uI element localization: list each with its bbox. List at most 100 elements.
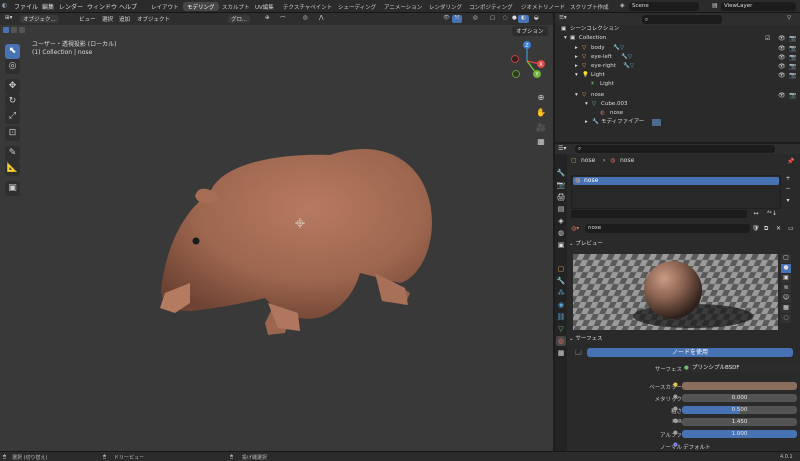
proportional-edit-icon[interactable]: ◎ bbox=[300, 15, 311, 23]
expand-icon[interactable]: ▾ bbox=[575, 91, 578, 100]
xray-icon[interactable]: ▢ bbox=[487, 15, 498, 23]
move-tool[interactable]: ✥ bbox=[5, 79, 20, 94]
scene-selector[interactable]: Scene bbox=[629, 2, 699, 11]
gizmo-toggle-icon[interactable]: ⤲ bbox=[452, 15, 463, 23]
blender-logo-icon[interactable]: ◐ bbox=[2, 2, 7, 9]
world-tab-icon[interactable]: ◍ bbox=[556, 228, 566, 238]
menu-edit[interactable]: 編集 bbox=[42, 2, 54, 11]
outliner-item-eye-left[interactable]: ▸ ▽ eye-left 🔧▽ 👁 📷 bbox=[555, 53, 800, 62]
fake-user-icon[interactable]: 🛡 bbox=[752, 225, 760, 232]
breadcrumb-material[interactable]: nose bbox=[620, 157, 634, 164]
camera-icon[interactable]: 📷 bbox=[789, 53, 796, 62]
expand-icon[interactable]: ▸ bbox=[585, 118, 588, 127]
menu-add[interactable]: 追加 bbox=[116, 15, 133, 23]
camera-icon[interactable]: 📷 bbox=[789, 34, 796, 43]
duplicate-icon[interactable]: ⧉ bbox=[764, 225, 768, 233]
tab-rendering[interactable]: レンダリング bbox=[425, 2, 466, 11]
tool-tab-icon[interactable]: 🔧 bbox=[556, 168, 566, 178]
menu-render[interactable]: レンダー bbox=[59, 2, 83, 11]
output-tab-icon[interactable]: 🖨 bbox=[556, 192, 566, 202]
3d-viewport[interactable]: ⊞▾ オブジェク... ビュー 選択 追加 オブジェクト グロ... ⊕ ⌒ ◎… bbox=[0, 13, 553, 451]
tab-compositing[interactable]: コンポジティング bbox=[465, 2, 517, 11]
slot-filter-input[interactable] bbox=[571, 210, 747, 218]
texture-tab-icon[interactable]: ▦ bbox=[556, 348, 566, 358]
preview-fluid-icon[interactable]: ◌ bbox=[781, 314, 791, 323]
pin-icon[interactable]: 📌 bbox=[787, 158, 794, 165]
sort-icon[interactable]: ↔ bbox=[751, 210, 761, 218]
select-mode-icon[interactable] bbox=[11, 27, 17, 33]
tab-shading[interactable]: シェーディング bbox=[334, 2, 380, 11]
outliner-item-cube003[interactable]: ▾ ▽ Cube.003 bbox=[555, 100, 800, 109]
camera-icon[interactable]: 📷 bbox=[789, 62, 796, 71]
sort-alpha-icon[interactable]: ᴬᶻ↓ bbox=[763, 210, 781, 218]
transform-orientation[interactable]: グロ... bbox=[228, 15, 251, 23]
constraints-tab-icon[interactable]: ⛓ bbox=[556, 312, 566, 322]
slot-menu-button[interactable]: ▾ bbox=[783, 197, 793, 206]
tab-animation[interactable]: アニメーション bbox=[380, 2, 426, 11]
eye-icon[interactable]: 👁 bbox=[778, 34, 786, 43]
pan-hand-icon[interactable]: ✋ bbox=[536, 108, 546, 118]
eye-icon[interactable]: 👁 bbox=[778, 62, 786, 71]
outliner-item-light[interactable]: ▾ 💡 Light 👁 📷 bbox=[555, 71, 800, 80]
property-slider[interactable]: 0.000 bbox=[682, 394, 797, 402]
collection-row[interactable]: ▾ ▣ Collection ☑ 👁 📷 bbox=[555, 34, 800, 43]
properties-editor-icon[interactable]: ☰▾ bbox=[558, 145, 566, 152]
eye-icon[interactable]: 👁 bbox=[778, 91, 786, 100]
tab-sculpt[interactable]: スカルプト bbox=[218, 2, 254, 11]
camera-icon[interactable]: 📷 bbox=[789, 71, 796, 80]
mode-selector[interactable]: オブジェク... bbox=[20, 15, 59, 23]
expand-icon[interactable]: ▸ bbox=[575, 53, 578, 62]
outliner-item-nose[interactable]: ▾ ▽ nose 👁 📷 bbox=[555, 91, 800, 100]
tab-layout[interactable]: レイアウト bbox=[147, 2, 183, 11]
material-browse-icon[interactable]: ◍▾ bbox=[571, 225, 579, 232]
outliner-editor-icon[interactable]: ☰▾ bbox=[559, 14, 567, 23]
properties-search-input[interactable]: ⌕ bbox=[575, 145, 775, 153]
base-color-swatch[interactable] bbox=[682, 382, 797, 390]
preview-hair-icon[interactable]: ≋ bbox=[781, 284, 791, 293]
rotate-tool[interactable]: ↻ bbox=[5, 94, 20, 109]
measure-tool[interactable]: 📐 bbox=[5, 161, 20, 176]
camera-icon[interactable]: 📷 bbox=[789, 44, 796, 53]
zoom-icon[interactable]: ⊕ bbox=[536, 93, 546, 103]
modifier-tab-icon[interactable]: 🔧 bbox=[556, 276, 566, 286]
add-cube-tool[interactable]: ▣ bbox=[5, 181, 20, 196]
preview-cube-icon[interactable]: ▣ bbox=[781, 274, 791, 283]
view-layer-selector[interactable]: ViewLayer bbox=[721, 2, 796, 11]
outliner-item-light-data[interactable]: ☀ Light bbox=[555, 80, 800, 89]
scene-tab-icon[interactable]: ◈ bbox=[556, 216, 566, 226]
object-tab-icon[interactable]: ▢ bbox=[556, 264, 566, 274]
remove-slot-button[interactable]: − bbox=[783, 185, 793, 194]
scale-tool[interactable]: ⤢ bbox=[5, 109, 20, 124]
property-slider[interactable]: 1.000 bbox=[682, 430, 797, 438]
eye-icon[interactable]: 👁 bbox=[778, 71, 786, 80]
tab-uv-editing[interactable]: UV編集 bbox=[251, 2, 278, 11]
shading-material-icon[interactable]: ◐ bbox=[518, 15, 529, 23]
camera-icon[interactable]: 🎥 bbox=[536, 123, 546, 133]
surface-shader-selector[interactable]: ● プリンシプルBSDF bbox=[682, 364, 797, 372]
normal-value[interactable]: デフォルト bbox=[683, 443, 711, 451]
editor-type-icon[interactable]: ⊞▾ bbox=[2, 15, 15, 23]
wombat-model[interactable] bbox=[150, 133, 440, 353]
menu-select[interactable]: 選択 bbox=[99, 15, 116, 23]
expand-icon[interactable]: ▾ bbox=[585, 100, 588, 109]
eye-icon[interactable]: 👁 bbox=[778, 44, 786, 53]
property-slider[interactable]: 1.450 bbox=[682, 418, 797, 426]
tab-geometry-nodes[interactable]: ジオメトリノード bbox=[517, 2, 569, 11]
use-nodes-button[interactable]: ノードを使用 bbox=[587, 348, 793, 357]
value-socket-icon[interactable]: ● bbox=[673, 394, 678, 400]
camera-icon[interactable]: 📷 bbox=[789, 91, 796, 100]
tab-modeling[interactable]: モデリング bbox=[183, 2, 219, 11]
add-slot-button[interactable]: + bbox=[783, 175, 793, 184]
annotate-tool[interactable]: ✎ bbox=[5, 146, 20, 161]
select-mode-icon[interactable] bbox=[3, 27, 9, 33]
property-slider[interactable]: 0.500 bbox=[682, 406, 797, 414]
options-button[interactable]: オプション bbox=[512, 26, 548, 36]
cursor-tool[interactable]: ◎ bbox=[5, 59, 20, 74]
value-socket-icon[interactable]: ● bbox=[673, 406, 678, 412]
snap-icon[interactable]: ⌒ bbox=[277, 15, 289, 23]
material-datablock-row[interactable]: ◍▾ nose 🛡 ⧉ ✕ ▭ bbox=[571, 224, 795, 233]
preview-flat-icon[interactable]: ▢ bbox=[781, 254, 791, 263]
menu-view[interactable]: ビュー bbox=[76, 15, 99, 23]
expand-icon[interactable]: ▾ bbox=[564, 34, 567, 43]
preview-monkey-icon[interactable]: ☺ bbox=[781, 294, 791, 303]
